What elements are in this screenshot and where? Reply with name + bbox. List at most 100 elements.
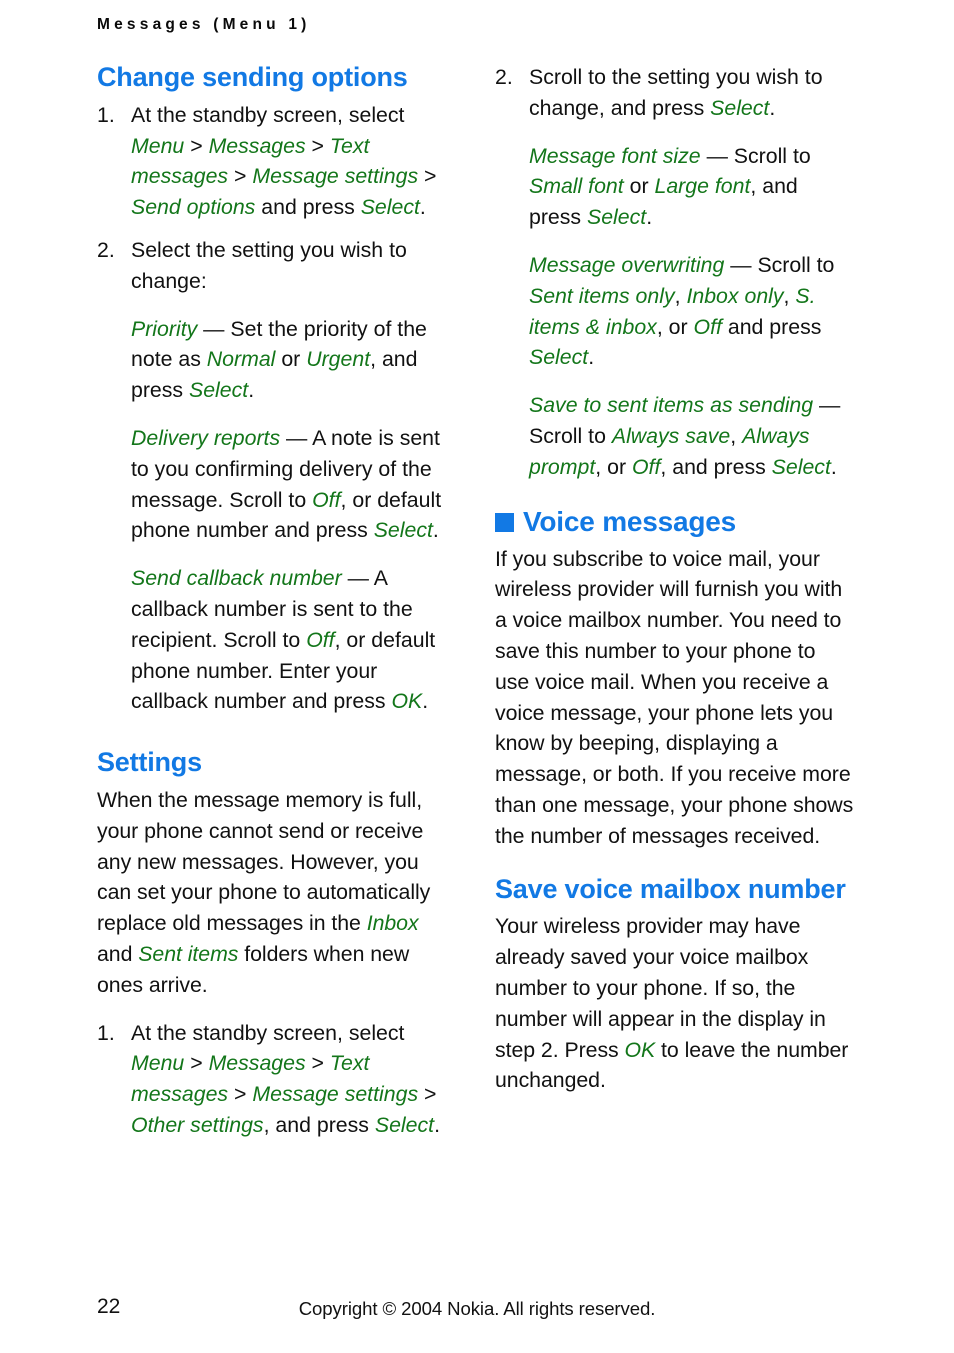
definition-text: ,	[730, 423, 743, 448]
definition-text: , or	[656, 314, 694, 339]
step-text: >	[418, 1082, 437, 1107]
heading-change-sending-options: Change sending options	[97, 62, 408, 92]
step-text: >	[228, 1082, 253, 1107]
ui-term-select: Select	[360, 195, 420, 220]
step-number: 1.	[97, 102, 115, 127]
step-text: At the standby screen, select	[131, 1020, 405, 1045]
ui-term-sent-items: Sent items	[138, 942, 239, 967]
definition-text: .	[646, 205, 653, 230]
step-text: At the standby screen, select	[131, 102, 405, 127]
definition-text: ,	[783, 283, 796, 308]
voice-messages-paragraph: If you subscribe to voice mail, your wir…	[495, 546, 854, 848]
definition-text: .	[422, 689, 429, 714]
step-text: , and press	[263, 1113, 375, 1138]
ui-term-inbox-only: Inbox only	[686, 283, 784, 308]
ui-term-save-to-sent-items-as-sending: Save to sent items as sending	[529, 393, 814, 418]
definition-text: or	[275, 347, 307, 372]
ui-term-select: Select	[189, 378, 249, 403]
step-text: >	[305, 133, 330, 158]
settings-paragraph: When the message memory is full, your ph…	[97, 785, 457, 1001]
page-footer: 22 Copyright © 2004 Nokia. All rights re…	[0, 1295, 954, 1325]
definition-message-font-size: Message font size — Scroll to Small font…	[529, 141, 855, 233]
ui-term-select: Select	[373, 518, 433, 543]
ui-term-other-settings: Other settings	[131, 1113, 264, 1138]
definition-text: .	[432, 518, 439, 543]
step-number: 2.	[495, 65, 513, 89]
step-number: 1.	[97, 1020, 115, 1045]
ui-term-off: Off	[312, 487, 341, 512]
ui-term-menu: Menu	[131, 1051, 185, 1076]
heading-save-voice-mailbox-number: Save voice mailbox number	[495, 873, 846, 904]
save-voice-mailbox-paragraph: Your wireless provider may have already …	[495, 911, 855, 1096]
step-text: Scroll to the setting you wish to change…	[529, 65, 823, 120]
ui-term-select: Select	[529, 345, 589, 370]
ui-term-select: Select	[374, 1113, 435, 1138]
list-item: 1. At the standby screen, select Menu > …	[97, 1018, 457, 1141]
copyright-notice: Copyright © 2004 Nokia. All rights reser…	[298, 1298, 656, 1319]
definition-send-callback-number: Send callback number — A callback number…	[131, 563, 457, 717]
definition-text: , and press	[660, 454, 772, 479]
ui-term-urgent: Urgent	[306, 347, 371, 372]
ui-term-priority: Priority	[131, 316, 198, 341]
ui-term-off: Off	[631, 454, 661, 479]
list-item: 2. Scroll to the setting you wish to cha…	[495, 62, 855, 124]
ui-term-normal: Normal	[206, 347, 276, 372]
step-text: >	[305, 1051, 330, 1076]
ui-term-message-settings: Message settings	[252, 1082, 419, 1107]
definition-priority: Priority — Set the priority of the note …	[131, 314, 457, 406]
ui-term-ok: OK	[624, 1037, 656, 1062]
ui-term-messages: Messages	[208, 133, 306, 158]
ui-term-off: Off	[693, 314, 722, 339]
step-text: >	[184, 1051, 209, 1076]
running-header: Messages (Menu 1)	[97, 16, 311, 33]
definition-text: , or	[595, 454, 632, 479]
ui-term-sent-items-only: Sent items only	[529, 283, 675, 308]
definition-delivery-reports: Delivery reports — A note is sent to you…	[131, 423, 457, 546]
heading-settings: Settings	[97, 747, 202, 778]
step-text: >	[418, 164, 437, 189]
step-text: .	[419, 195, 426, 220]
step-text: .	[769, 95, 776, 120]
settings-steps: 1. At the standby screen, select Menu > …	[97, 1018, 457, 1141]
ui-term-select: Select	[587, 205, 647, 230]
ui-term-off: Off	[306, 627, 335, 652]
ui-term-message-font-size: Message font size	[529, 143, 701, 168]
step-text: Select the setting you wish to change:	[131, 238, 407, 293]
definition-text: or	[623, 174, 655, 199]
ui-term-small-font: Small font	[529, 174, 624, 199]
ui-term-select: Select	[771, 454, 831, 479]
step-text: .	[434, 1113, 440, 1138]
ui-term-send-callback-number: Send callback number	[131, 566, 342, 591]
paragraph-text: and	[97, 942, 139, 967]
definition-text: — Scroll to	[724, 252, 835, 277]
definition-text: and press	[721, 314, 822, 339]
list-item: 2. Select the setting you wish to change…	[97, 235, 457, 297]
definition-text: .	[248, 378, 255, 403]
definition-text: — Scroll to	[700, 143, 811, 168]
definition-message-overwriting: Message overwriting — Scroll to Sent ite…	[529, 250, 855, 373]
heading-text: Voice messages	[523, 505, 737, 537]
definition-text: .	[830, 454, 837, 479]
ui-term-select: Select	[710, 95, 770, 120]
definition-text: ,	[674, 283, 687, 308]
ui-term-delivery-reports: Delivery reports	[131, 426, 281, 451]
step-text: and press	[255, 195, 361, 220]
ui-term-ok: OK	[391, 689, 423, 714]
ui-term-messages: Messages	[208, 1051, 306, 1076]
step-text: >	[184, 133, 209, 158]
definition-save-to-sent-items: Save to sent items as sending — Scroll t…	[529, 390, 855, 482]
change-sending-steps: 1. At the standby screen, select Menu > …	[97, 100, 457, 297]
ui-term-always-save: Always save	[611, 423, 731, 448]
change-sending-steps-continued: 2. Scroll to the setting you wish to cha…	[495, 62, 855, 124]
ui-term-message-overwriting: Message overwriting	[529, 252, 725, 277]
right-column: 2. Scroll to the setting you wish to cha…	[495, 62, 855, 1096]
ui-term-large-font: Large font	[654, 174, 751, 199]
ui-term-menu: Menu	[131, 133, 185, 158]
step-number: 2.	[97, 238, 115, 263]
ui-term-inbox: Inbox	[366, 911, 419, 936]
heading-voice-messages: Voice messages	[495, 505, 855, 538]
